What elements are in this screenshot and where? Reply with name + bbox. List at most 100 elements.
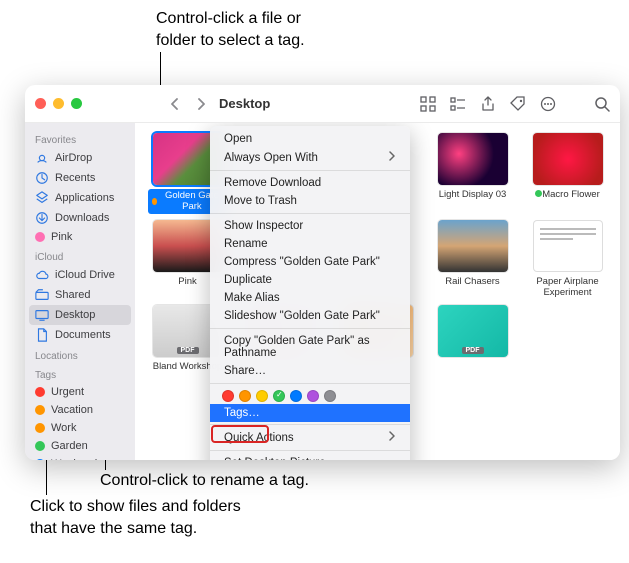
tag-dot-icon <box>35 423 45 433</box>
context-menu-item[interactable]: Duplicate <box>210 271 410 289</box>
tag-color-option[interactable] <box>307 390 319 402</box>
file-label: Light Display 03 <box>439 189 507 200</box>
tag-dot-icon <box>152 198 158 205</box>
search-button[interactable] <box>594 96 610 112</box>
annotation-mid: Control-click to rename a tag. <box>100 470 309 492</box>
back-button[interactable] <box>169 98 181 110</box>
sidebar-tag-item[interactable]: Pink <box>25 228 135 246</box>
sidebar-tag-item[interactable]: Work <box>25 419 135 437</box>
context-menu-item[interactable]: Always Open With <box>210 148 410 167</box>
minimize-button[interactable] <box>53 98 64 109</box>
pdf-badge: PDF <box>462 347 484 354</box>
context-menu-item[interactable]: Show Inspector <box>210 217 410 235</box>
context-menu-item[interactable]: Quick Actions <box>210 428 410 447</box>
context-menu-item[interactable]: Open <box>210 130 410 148</box>
file-thumbnail <box>438 133 508 185</box>
file-item[interactable]: PDF <box>428 305 517 372</box>
file-label: Pink <box>178 276 196 287</box>
tag-color-option[interactable] <box>222 390 234 402</box>
context-menu-item-label: Remove Download <box>224 177 321 189</box>
sidebar-item[interactable]: Downloads <box>25 208 135 228</box>
sidebar-section-title: iCloud <box>25 246 135 265</box>
context-menu-item[interactable]: Copy "Golden Gate Park" as Pathname <box>210 332 410 362</box>
context-menu-separator <box>210 170 410 171</box>
file-item[interactable]: Macro Flower <box>523 133 612 214</box>
context-menu-item[interactable]: Rename <box>210 235 410 253</box>
sidebar-item[interactable]: Applications <box>25 188 135 208</box>
tag-color-option[interactable] <box>290 390 302 402</box>
context-menu-separator <box>210 383 410 384</box>
file-item[interactable]: Rail Chasers <box>428 220 517 299</box>
annotation-bottom: Click to show files and folders that hav… <box>30 496 241 539</box>
sidebar-section-title: Tags <box>25 364 135 383</box>
share-button[interactable] <box>480 96 496 112</box>
file-item[interactable]: Light Display 03 <box>428 133 517 214</box>
context-menu-item[interactable]: Remove Download <box>210 174 410 192</box>
annotation-top: Control-click a file or folder to select… <box>156 8 305 51</box>
chevron-right-icon <box>388 151 396 164</box>
context-menu-item-label: Rename <box>224 238 267 250</box>
doc-icon <box>35 328 49 342</box>
sidebar-tag-item[interactable]: Garden <box>25 437 135 455</box>
group-button[interactable] <box>450 96 466 112</box>
sidebar-item-label: Urgent <box>51 386 84 398</box>
context-menu-item[interactable]: Make Alias <box>210 289 410 307</box>
context-menu-item[interactable]: Set Desktop Picture <box>210 454 410 460</box>
app-icon <box>35 191 49 205</box>
file-item[interactable]: Paper Airplane Experiment <box>523 220 612 299</box>
file-thumbnail <box>438 220 508 272</box>
context-menu-item[interactable]: Compress "Golden Gate Park" <box>210 253 410 271</box>
sidebar-item-label: Desktop <box>55 309 95 321</box>
sidebar-tag-item[interactable]: Vacation <box>25 401 135 419</box>
file-label: Rail Chasers <box>445 276 499 287</box>
window-controls <box>35 98 82 109</box>
sidebar-item[interactable]: Documents <box>25 325 135 345</box>
context-menu-item[interactable]: Share… <box>210 362 410 380</box>
tag-color-option[interactable] <box>273 390 285 402</box>
context-menu-item-label: Share… <box>224 365 266 377</box>
airdrop-icon <box>35 151 49 165</box>
context-menu-item-label: Copy "Golden Gate Park" as Pathname <box>224 335 396 359</box>
sidebar-item-label: Documents <box>55 329 111 341</box>
tag-dot-icon <box>35 441 45 451</box>
tag-dot-icon <box>35 405 45 415</box>
tag-color-option[interactable] <box>256 390 268 402</box>
context-menu-item-label: Slideshow "Golden Gate Park" <box>224 310 380 322</box>
tag-dot-icon <box>35 459 45 460</box>
context-menu-item-label: Make Alias <box>224 292 280 304</box>
sidebar-item[interactable]: Shared <box>25 285 135 305</box>
sidebar-item-label: Downloads <box>55 212 109 224</box>
close-button[interactable] <box>35 98 46 109</box>
tag-color-option[interactable] <box>324 390 336 402</box>
forward-button[interactable] <box>195 98 207 110</box>
sidebar-item[interactable]: Recents <box>25 168 135 188</box>
sidebar-tag-item[interactable]: Weekend <box>25 455 135 460</box>
clock-icon <box>35 171 49 185</box>
maximize-button[interactable] <box>71 98 82 109</box>
cloud-icon <box>35 268 49 282</box>
context-menu-item-label: Duplicate <box>224 274 272 286</box>
tag-color-option[interactable] <box>239 390 251 402</box>
sidebar-section-title: Locations <box>25 345 135 364</box>
sidebar-item[interactable]: iCloud Drive <box>25 265 135 285</box>
view-icon-button[interactable] <box>420 96 436 112</box>
context-menu-item[interactable]: Move to Trash <box>210 192 410 210</box>
sidebar-item-label: iCloud Drive <box>55 269 115 281</box>
desktop-icon <box>35 308 49 322</box>
window-title: Desktop <box>219 96 270 111</box>
sidebar-section-title: Favorites <box>25 129 135 148</box>
context-menu-separator <box>210 424 410 425</box>
sidebar-item-label: AirDrop <box>55 152 92 164</box>
file-label: Macro Flower <box>535 189 600 200</box>
action-button[interactable] <box>540 96 556 112</box>
context-menu-item[interactable]: Tags… <box>210 404 410 422</box>
download-icon <box>35 211 49 225</box>
sidebar-item[interactable]: AirDrop <box>25 148 135 168</box>
tags-button[interactable] <box>510 96 526 112</box>
context-menu-item-label: Quick Actions <box>224 432 294 444</box>
sidebar-tag-item[interactable]: Urgent <box>25 383 135 401</box>
sidebar-item[interactable]: Desktop <box>29 305 131 325</box>
context-menu-item[interactable]: Slideshow "Golden Gate Park" <box>210 307 410 325</box>
context-menu-tag-colors <box>210 387 410 405</box>
context-menu-item-label: Tags… <box>224 407 260 419</box>
